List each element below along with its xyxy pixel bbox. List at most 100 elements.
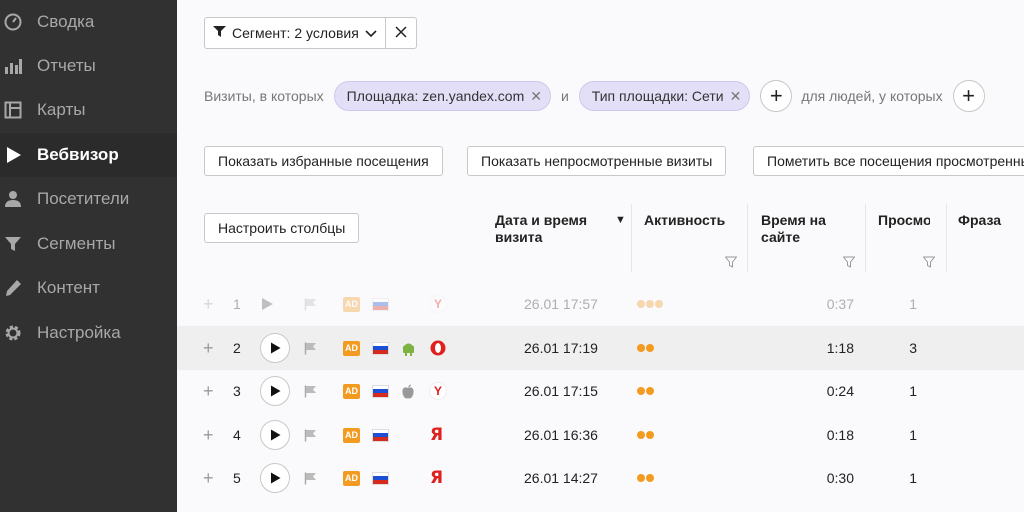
show-favorites-button[interactable]: Показать избранные посещения [204,146,443,176]
column-header-phrase[interactable]: Фраза [958,212,1001,229]
flag-bookmark-button[interactable] [304,369,317,413]
play-recording-button[interactable] [260,369,290,413]
sidebar-item-visitors[interactable]: Посетители [0,177,177,221]
android-icon [401,326,416,370]
ad-source-icon: AD [343,456,360,500]
flag-bookmark-button[interactable] [304,456,317,500]
column-header-time-on-site[interactable]: Время на сайте [761,212,826,246]
table-row[interactable]: +3 AD Y 26.01 17:15 0:24 1 [177,369,1024,413]
flag-bookmark-button[interactable] [304,413,317,457]
activity-dot [637,474,645,482]
activity-dot [637,387,645,395]
activity-level [637,413,655,457]
sidebar-item-label: Контент [37,278,100,297]
add-condition-button[interactable]: + [760,80,793,112]
activity-dot [646,344,654,352]
sidebar-item-label: Сегменты [37,234,116,253]
row-number: 3 [233,383,241,399]
plus-icon: + [203,337,214,358]
play-icon [260,420,290,450]
play-icon [2,144,24,166]
gauge-icon [2,11,24,33]
sidebar-item-label: Карты [37,100,86,119]
play-icon [260,463,290,493]
page-views: 1 [909,427,917,443]
sort-desc-icon[interactable]: ▼ [615,212,626,229]
table-row[interactable]: +2 AD 26.01 17:19 1:18 3 [177,326,1024,370]
ad-source-icon: AD [343,282,360,326]
sidebar-item-label: Отчеты [37,56,96,75]
flag-bookmark-button[interactable] [304,282,317,326]
bar-chart-icon [2,55,24,77]
condition-pill-label: Тип площадки: Сети [591,88,724,104]
play-recording-button[interactable] [260,282,274,326]
segment-conditions: Визиты, в которых Площадка: zen.yandex.c… [204,80,985,112]
column-header-activity[interactable]: Активность [644,212,725,229]
pencil-icon [2,277,24,299]
visit-datetime: 26.01 14:27 [524,470,598,486]
remove-icon[interactable]: ✕ [730,88,742,105]
segment-chip: Сегмент: 2 условия [204,17,417,49]
activity-dot [637,300,645,308]
time-on-site: 0:30 [826,470,854,486]
condition-pill-platform-type[interactable]: Тип площадки: Сети ✕ [578,81,751,111]
activity-level [637,456,655,500]
flag-bookmark-button[interactable] [304,326,317,370]
add-people-condition-button[interactable]: + [952,80,985,112]
column-header-datetime[interactable]: Дата и время визита [495,212,620,246]
visit-datetime: 26.01 17:19 [524,340,598,356]
expand-row-button[interactable]: + [203,326,214,370]
row-number: 5 [233,470,241,486]
yandex-icon: Y [430,369,446,413]
flag-icon [304,342,316,354]
sidebar-item-webvisor[interactable]: Вебвизор [0,133,177,177]
page-views: 1 [909,296,917,312]
russia-flag-icon [372,456,389,500]
activity-dot [646,474,654,482]
russia-flag-icon [372,326,389,370]
segment-label: Сегмент: 2 условия [232,25,359,41]
activity-level [637,369,655,413]
show-unwatched-button[interactable]: Показать непросмотренные визиты [467,146,727,176]
filter-icon[interactable] [922,255,936,273]
expand-row-button[interactable]: + [203,413,214,457]
sidebar-item-reports[interactable]: Отчеты [0,44,177,88]
play-recording-button[interactable] [260,326,290,370]
row-number: 1 [233,296,241,312]
visit-datetime: 26.01 17:57 [524,296,598,312]
flag-icon [304,429,316,441]
time-on-site: 0:37 [826,296,854,312]
condition-pill-label: Площадка: zen.yandex.com [346,88,525,104]
ad-source-icon: AD [343,369,360,413]
conditions-and: и [560,88,569,104]
expand-row-button[interactable]: + [203,456,214,500]
time-on-site: 1:18 [826,340,854,356]
flag-icon [304,385,316,397]
activity-dot [646,300,654,308]
filter-icon[interactable] [842,255,856,273]
table-row[interactable]: +4 AD Я 26.01 16:36 0:18 1 [177,413,1024,457]
sidebar-item-summary[interactable]: Сводка [0,0,177,44]
table-row[interactable]: +1 AD Y 26.01 17:57 0:37 1 [177,282,1024,326]
expand-row-button[interactable]: + [203,282,214,326]
configure-columns-button[interactable]: Настроить столбцы [204,213,360,243]
sidebar-item-segments[interactable]: Сегменты [0,222,177,266]
page-views: 1 [909,383,917,399]
sidebar-item-maps[interactable]: Карты [0,88,177,132]
play-recording-button[interactable] [260,456,290,500]
condition-pill-platform[interactable]: Площадка: zen.yandex.com ✕ [333,81,551,111]
expand-row-button[interactable]: + [203,369,214,413]
segment-dropdown[interactable]: Сегмент: 2 условия [205,18,385,48]
table-row[interactable]: +5 AD Я 26.01 14:27 0:30 1 [177,456,1024,500]
column-header-views[interactable]: Просмотры [878,212,930,229]
sidebar-item-content[interactable]: Контент [0,266,177,310]
mark-all-watched-button[interactable]: Пометить все посещения просмотренными [753,146,1024,176]
segment-clear-button[interactable] [386,18,416,48]
sidebar-item-settings[interactable]: Настройка [0,311,177,355]
activity-dot [655,300,663,308]
play-recording-button[interactable] [260,413,290,457]
play-icon [260,333,290,363]
filter-icon[interactable] [724,255,738,273]
activity-dot [637,431,645,439]
remove-icon[interactable]: ✕ [530,88,542,105]
